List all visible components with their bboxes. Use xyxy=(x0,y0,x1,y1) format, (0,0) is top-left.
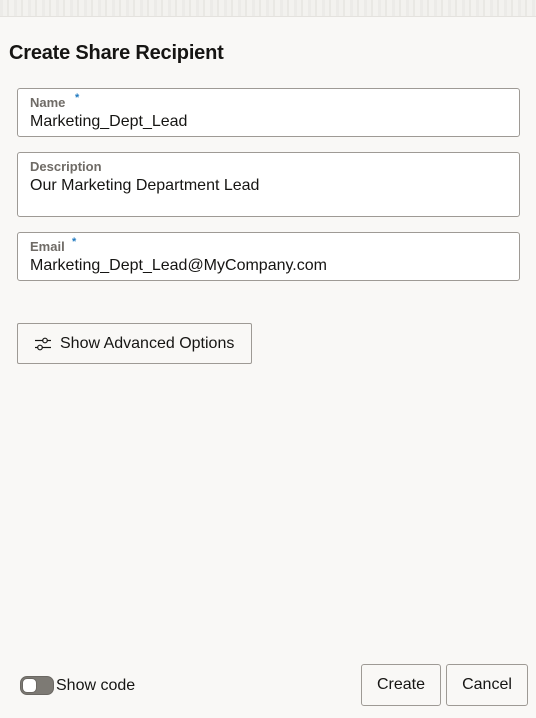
toggle-knob xyxy=(22,678,37,693)
email-required-mark: * xyxy=(72,236,77,248)
show-code-label: Show code xyxy=(56,677,136,694)
sliders-icon xyxy=(35,337,51,350)
description-label: Description xyxy=(30,159,102,174)
create-button[interactable]: Create xyxy=(361,664,441,706)
email-label: Email xyxy=(30,239,65,254)
email-field[interactable]: Email * xyxy=(17,232,520,281)
top-banner-strip xyxy=(0,0,536,17)
name-input[interactable] xyxy=(30,113,500,131)
description-field[interactable]: Description Our Marketing Department Lea… xyxy=(17,152,520,217)
show-code-toggle[interactable] xyxy=(20,676,54,695)
cancel-button[interactable]: Cancel xyxy=(446,664,528,706)
dialog-title: Create Share Recipient xyxy=(9,42,224,64)
description-input[interactable]: Our Marketing Department Lead xyxy=(30,177,500,211)
email-input[interactable] xyxy=(30,257,500,275)
name-field[interactable]: Name * xyxy=(17,88,520,137)
show-advanced-options-label: Show Advanced Options xyxy=(60,334,235,352)
show-advanced-options-button[interactable]: Show Advanced Options xyxy=(17,323,252,364)
name-label: Name xyxy=(30,95,66,110)
name-required-mark: * xyxy=(75,92,80,104)
